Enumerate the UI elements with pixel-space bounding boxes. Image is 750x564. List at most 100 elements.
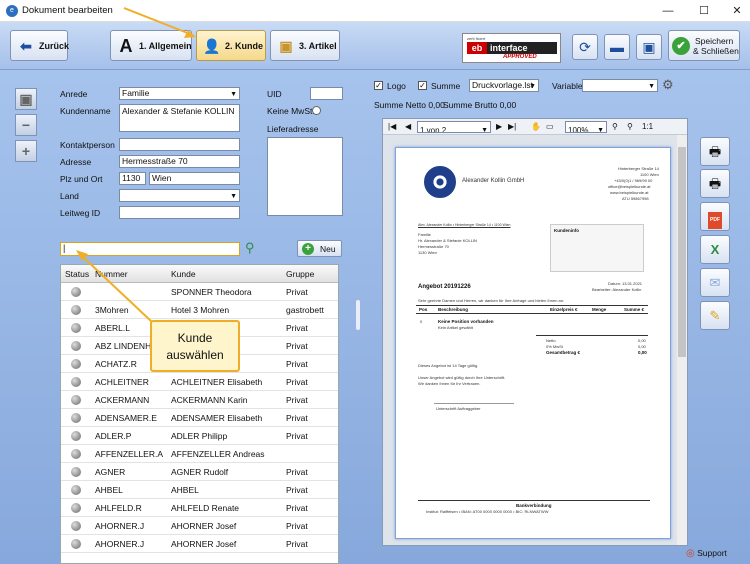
land-select[interactable]: ▼ — [119, 189, 240, 202]
plzort-label: Plz und Ort — [60, 174, 103, 184]
anrede-select[interactable]: Familie ▼ — [119, 87, 240, 100]
table-row[interactable]: AHORNER.J AHORNER Josef Privat — [61, 517, 338, 535]
zoom-out-icon[interactable]: ⚲ — [627, 122, 633, 131]
cell-gruppe: Privat — [286, 503, 308, 513]
status-dot-icon — [71, 341, 81, 351]
tooltip-line-2: auswählen — [166, 348, 224, 362]
mail-button[interactable]: ✉ — [700, 268, 730, 297]
pdf-button[interactable]: PDF — [700, 202, 730, 231]
table-row[interactable]: ACKERMANN ACKERMANN Karin Privat — [61, 391, 338, 409]
tab-allgemein-label: 1. Allgemein — [139, 41, 192, 51]
cell-gruppe: Privat — [286, 413, 308, 423]
table-row[interactable]: AHORNER.J AHORNER Josef Privat — [61, 535, 338, 553]
zoom-ratio[interactable]: 1:1 — [642, 122, 653, 131]
excel-icon: X — [710, 242, 720, 257]
print-multi-button[interactable]: 🖶 — [700, 169, 730, 198]
search-icon[interactable]: ⚲ — [245, 240, 255, 256]
col-kunde[interactable]: Kunde — [171, 269, 196, 279]
tab-kunde-label: 2. Kunde — [225, 41, 264, 51]
table-row[interactable]: ADENSAMER.E ADENSAMER Elisabeth Privat — [61, 409, 338, 427]
table-row[interactable]: SPONNER Theodora Privat — [61, 283, 338, 301]
lieferadresse-field[interactable] — [267, 137, 343, 216]
ort-field[interactable]: Wien — [149, 172, 240, 185]
customer-search-input[interactable]: | — [60, 242, 240, 256]
support-link[interactable]: ◎ Support — [686, 548, 727, 559]
plus-icon: + — [21, 143, 31, 159]
page-select[interactable]: 1 von 2 ▼ — [417, 121, 491, 133]
minimize-button[interactable]: — — [660, 3, 676, 19]
template-select[interactable]: Druckvorlage.lst ▼ — [469, 79, 539, 92]
uid-field[interactable] — [310, 87, 343, 100]
status-dot-icon — [71, 467, 81, 477]
pdf-scrollbar[interactable] — [677, 135, 687, 545]
note-1: Unser Angebot wird gültig durch Ihre Unt… — [418, 375, 506, 380]
excel-button[interactable]: X — [700, 235, 730, 264]
zoom-in-icon[interactable]: ⚲ — [612, 122, 618, 131]
splitter[interactable] — [355, 70, 361, 564]
tab-kunde[interactable]: 👤 2. Kunde — [196, 30, 266, 61]
summe-brutto: Summe Brutto 0,00 — [443, 100, 517, 110]
col-gruppe[interactable]: Gruppe — [286, 269, 314, 279]
save-close-label-1: Speichern — [695, 36, 734, 46]
maximize-button[interactable]: ☐ — [696, 3, 712, 19]
kundenname-field[interactable]: Alexander & Stefanie KOLLIN — [119, 104, 240, 132]
keine-mwst-radio[interactable] — [312, 106, 321, 115]
prev-page-icon[interactable]: ◀ — [405, 122, 411, 131]
variable-select[interactable]: ▼ — [582, 79, 658, 92]
save-button[interactable]: ▣ — [636, 34, 662, 60]
tab-artikel[interactable]: ▣ 3. Artikel — [270, 30, 340, 61]
gear-icon[interactable]: ⚙ — [662, 77, 674, 93]
table-row[interactable]: 3Mohren Hotel 3 Mohren gastrobett — [61, 301, 338, 319]
plz-field[interactable]: 1130 — [119, 172, 146, 185]
arrow-left-icon: ⬅ — [20, 38, 32, 54]
table-row[interactable]: AFFENZELLER.A AFFENZELLER Andreas — [61, 445, 338, 463]
splitter-grip[interactable] — [356, 300, 360, 330]
adresse-field[interactable]: Hermesstraße 70 — [119, 155, 240, 168]
table-row[interactable]: AGNER AGNER Rudolf Privat — [61, 463, 338, 481]
page-view-icon[interactable]: ▭ — [546, 122, 554, 131]
tooltip-callout: Kunde auswählen — [150, 320, 240, 372]
remove-button[interactable]: − — [15, 114, 37, 136]
next-page-icon[interactable]: ▶ — [496, 122, 502, 131]
last-page-icon[interactable]: ▶| — [508, 122, 516, 131]
table-row[interactable]: AHBEL AHBEL Privat — [61, 481, 338, 499]
neu-button[interactable]: + Neu — [297, 240, 342, 257]
cell-gruppe: Privat — [286, 431, 308, 441]
table-row[interactable]: AHLFELD.R AHLFELD Renate Privat — [61, 499, 338, 517]
cell-gruppe: Privat — [286, 395, 308, 405]
zoom-select[interactable]: 100% ▼ — [565, 121, 607, 133]
recipient-2: Hr. Alexander & Stefanie KOLLIN — [418, 238, 477, 243]
cell-kunde: AHORNER Josef — [171, 539, 237, 549]
save-close-button[interactable]: ✔ Speichern & Schließen — [668, 30, 740, 61]
position-text-2: Kein Artikel gewählt — [438, 325, 473, 330]
kontaktperson-field[interactable] — [119, 138, 240, 151]
folder-button[interactable]: ▬ — [604, 34, 630, 60]
status-dot-icon — [71, 305, 81, 315]
keine-mwst-label: Keine MwSt. — [267, 106, 315, 116]
print-button[interactable]: 🖶 — [700, 137, 730, 166]
summe-checkbox[interactable]: ✓ — [418, 81, 427, 90]
back-button[interactable]: ⬅ Zurück — [10, 30, 69, 61]
logo-checkbox[interactable]: ✓ — [374, 81, 383, 90]
add-button[interactable]: + — [15, 140, 37, 162]
cell-nummer: AHORNER.J — [95, 521, 145, 531]
ebinterface-button[interactable]: zerti ficiert eb interface APPROVED — [462, 33, 561, 63]
hand-icon[interactable]: ✋ — [531, 122, 541, 131]
leitweg-field[interactable] — [119, 206, 240, 219]
pdf-scrollbar-thumb[interactable] — [678, 147, 686, 357]
close-button[interactable]: ✕ — [729, 3, 745, 19]
table-row[interactable]: ADLER.P ADLER Philipp Privat — [61, 427, 338, 445]
table-row[interactable]: ACHLEITNER ACHLEITNER Elisabeth Privat — [61, 373, 338, 391]
cube-button[interactable]: ▣ — [15, 88, 37, 110]
customer-panel: ▣ − + Anrede Familie ▼ Kundenname Alexand… — [0, 70, 350, 564]
tab-allgemein[interactable]: A 1. Allgemein — [110, 30, 192, 61]
col-status[interactable]: Status — [65, 269, 89, 279]
edit-button[interactable]: ✎ — [700, 301, 730, 330]
first-page-icon[interactable]: |◀ — [388, 122, 396, 131]
refresh-button[interactable]: ⟳ — [572, 34, 598, 60]
col-nummer[interactable]: Nummer — [95, 269, 128, 279]
cell-kunde: ADLER Philipp — [171, 431, 228, 441]
status-dot-icon — [71, 413, 81, 423]
floppy-icon: ▣ — [642, 39, 656, 55]
gesamt-label: Gesamtbetrag € — [546, 350, 581, 355]
